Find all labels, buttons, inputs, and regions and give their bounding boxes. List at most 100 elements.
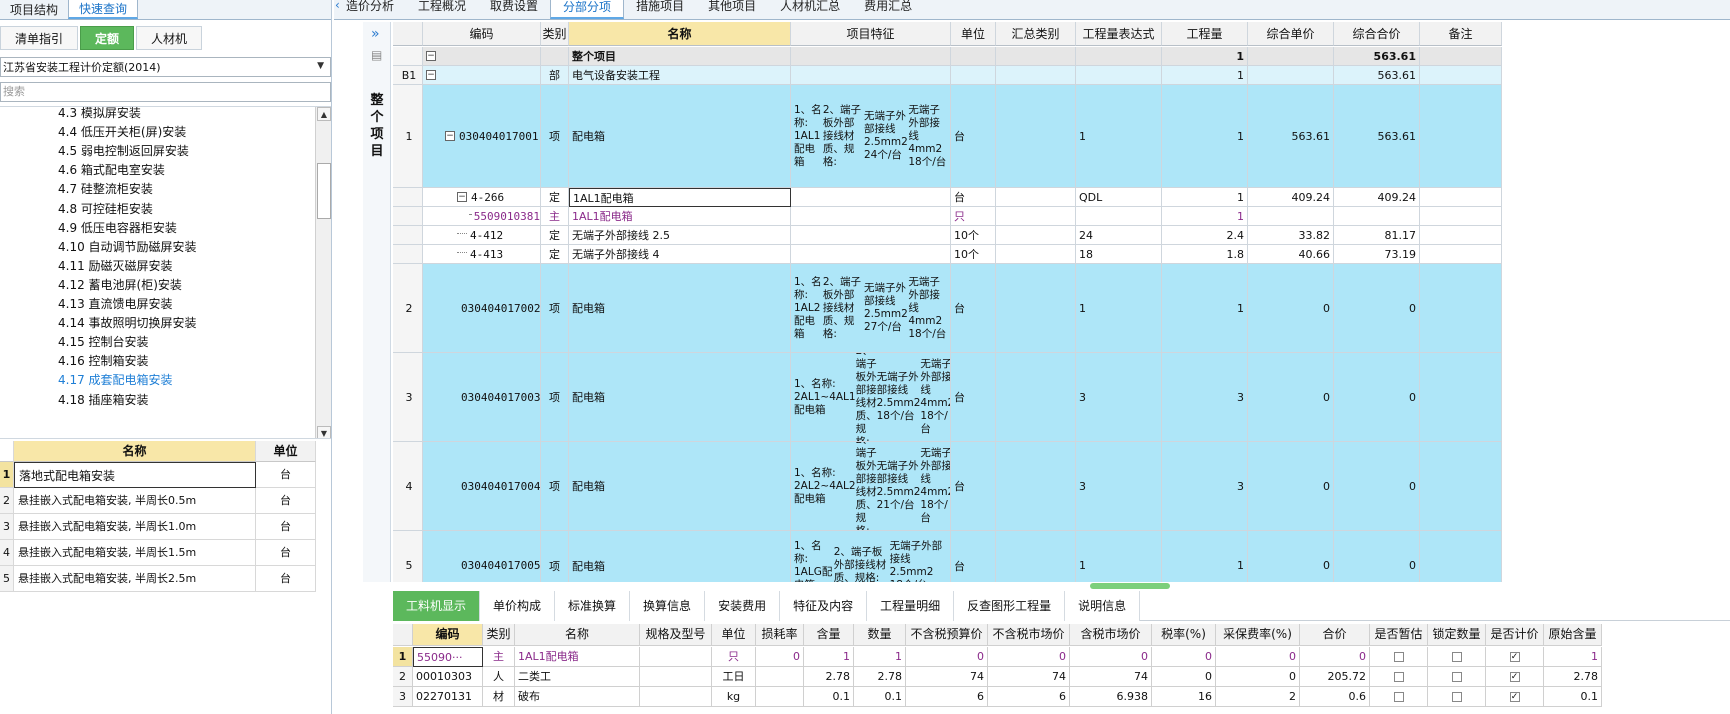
cell-code[interactable]: 030404017005 bbox=[423, 531, 541, 582]
cell-price[interactable] bbox=[1248, 66, 1334, 85]
detail-tab[interactable]: 单价构成 bbox=[480, 591, 556, 621]
cell-p3[interactable]: 6.938 bbox=[1070, 687, 1152, 707]
cell-price[interactable]: 40.66 bbox=[1248, 245, 1334, 264]
cell-price[interactable]: 33.82 bbox=[1248, 226, 1334, 245]
tree-item[interactable]: 4.18 插座箱安装 bbox=[58, 390, 149, 411]
cell-priced[interactable]: ✓ bbox=[1486, 647, 1544, 667]
cell-feat[interactable] bbox=[791, 47, 951, 66]
subtab-labor-material[interactable]: 人材机 bbox=[136, 26, 203, 50]
cell-unit[interactable]: 台 bbox=[951, 188, 996, 207]
cell-note[interactable] bbox=[1420, 531, 1502, 582]
cell-qty[interactable]: 1 bbox=[1162, 531, 1248, 582]
grid-row[interactable]: B1− 部电气设备安装工程 1 563.61 bbox=[393, 66, 1523, 85]
cell-expr[interactable]: 1 bbox=[1076, 264, 1162, 353]
cell-expr[interactable]: 1 bbox=[1076, 85, 1162, 188]
cell-price[interactable] bbox=[1248, 207, 1334, 226]
cell-total[interactable]: 0 bbox=[1334, 442, 1420, 531]
checkbox[interactable]: ✓ bbox=[1509, 652, 1520, 662]
nav-tab[interactable]: 分部分项 bbox=[550, 0, 625, 19]
cell-sum[interactable] bbox=[996, 245, 1076, 264]
cell-expr[interactable]: 3 bbox=[1076, 442, 1162, 531]
cell-type[interactable]: 项 bbox=[541, 264, 569, 353]
cell-feat[interactable]: 1、名称: 1ALG配电箱2、端子板外部接线材质、规格:无端子外部接线2.5mm… bbox=[791, 531, 951, 582]
cell-feat[interactable] bbox=[791, 188, 951, 207]
cell-total[interactable]: 563.61 bbox=[1334, 47, 1420, 66]
tab-project-structure[interactable]: 项目结构 bbox=[0, 0, 68, 19]
col-header[interactable]: 规格及型号 bbox=[640, 624, 712, 646]
col-header[interactable]: 项目特征 bbox=[791, 22, 951, 46]
cell-type[interactable] bbox=[541, 47, 569, 66]
cell-name[interactable]: 配电箱 bbox=[569, 85, 791, 188]
cell-qty[interactable]: 1 bbox=[1162, 47, 1248, 66]
col-header[interactable]: 工程量 bbox=[1162, 22, 1248, 46]
cell-qty[interactable]: 1.8 bbox=[1162, 245, 1248, 264]
cell-code[interactable]: −030404017001 bbox=[423, 85, 541, 188]
cell-qty[interactable]: 1 bbox=[1162, 207, 1248, 226]
detail-tab[interactable]: 换算信息 bbox=[630, 591, 706, 621]
cell-note[interactable] bbox=[1420, 264, 1502, 353]
cell-name[interactable]: 破布 bbox=[515, 687, 640, 707]
checkbox[interactable] bbox=[1451, 672, 1462, 682]
detail-tab[interactable]: 工程量明细 bbox=[867, 591, 955, 621]
nav-tab[interactable]: 工程概况 bbox=[406, 0, 478, 19]
splitter-handle[interactable] bbox=[1090, 583, 1170, 589]
detail-row[interactable]: 3 02270131 材破布 kg 0.1 0.1 6 6 6.938 16 2 0.6 ✓ 0.1 bbox=[393, 687, 1602, 707]
cell-note[interactable] bbox=[1420, 188, 1502, 207]
cell-price[interactable]: 0 bbox=[1248, 442, 1334, 531]
col-header[interactable]: 类别 bbox=[541, 22, 569, 46]
collapse-icon[interactable]: − bbox=[426, 51, 436, 61]
cell-name[interactable]: 二类工 bbox=[515, 667, 640, 687]
cell-content[interactable]: 0.1 bbox=[804, 687, 854, 707]
tree-item[interactable]: 4.16 控制箱安装 bbox=[58, 351, 149, 372]
cell-type[interactable]: 部 bbox=[541, 66, 569, 85]
grid-row[interactable]: 3 030404017003项配电箱1、名称: 2AL1~4AL1配电箱2、端子板… bbox=[393, 353, 1523, 442]
cell-type[interactable]: 主 bbox=[483, 647, 515, 667]
col-header[interactable]: 备注 bbox=[1420, 22, 1502, 46]
cell-unit[interactable]: 台 bbox=[951, 531, 996, 582]
scroll-up-icon[interactable]: ▲ bbox=[317, 107, 331, 121]
subtab-list-guide[interactable]: 清单指引 bbox=[0, 26, 79, 50]
cell-type[interactable]: 主 bbox=[541, 207, 569, 226]
detail-tab[interactable]: 工料机显示 bbox=[393, 591, 481, 621]
col-header[interactable]: 含税市场价 bbox=[1070, 624, 1152, 646]
col-header[interactable]: 不含税预算价 bbox=[906, 624, 988, 646]
cell-total[interactable]: 563.61 bbox=[1334, 66, 1420, 85]
cell-total[interactable]: 0 bbox=[1300, 647, 1370, 667]
detail-row[interactable]: 1 55090··· 主 1AL1配电箱只 0 1 1 0 0 0 0 0 0 ✓ 1 bbox=[393, 647, 1602, 667]
cell-p1[interactable]: 0 bbox=[906, 647, 988, 667]
col-header[interactable]: 名称 bbox=[515, 624, 640, 646]
cell-price[interactable]: 563.61 bbox=[1248, 85, 1334, 188]
cell-p3[interactable]: 74 bbox=[1070, 667, 1152, 687]
cell-p1[interactable]: 74 bbox=[906, 667, 988, 687]
col-header[interactable]: 单位 bbox=[712, 624, 756, 646]
cell-qty[interactable]: 3 bbox=[1162, 442, 1248, 531]
col-header[interactable]: 不含税市场价 bbox=[988, 624, 1070, 646]
cell-name[interactable]: 无端子外部接线 2.5 bbox=[569, 226, 791, 245]
cell-unit[interactable]: 台 bbox=[951, 85, 996, 188]
cell-est[interactable] bbox=[1370, 647, 1428, 667]
tree-item[interactable]: 4.11 励磁灭磁屏安装 bbox=[58, 256, 173, 277]
quota-library-select[interactable]: 江苏省安装工程计价定额(2014) ▼ bbox=[0, 57, 331, 77]
cell-type[interactable]: 项 bbox=[541, 353, 569, 442]
cell-loss[interactable] bbox=[756, 687, 804, 707]
subtab-quota[interactable]: 定额 bbox=[80, 26, 135, 50]
tree-item[interactable]: 4.15 控制台安装 bbox=[58, 332, 149, 353]
cell-note[interactable] bbox=[1420, 353, 1502, 442]
tree-item[interactable]: 4.13 直流馈电屏安装 bbox=[58, 294, 173, 315]
checkbox[interactable]: ✓ bbox=[1509, 672, 1520, 682]
cell-unit[interactable]: 只 bbox=[951, 207, 996, 226]
cell-loss[interactable]: 0 bbox=[756, 647, 804, 667]
collapse-panel-icon[interactable]: ‹ bbox=[335, 0, 347, 12]
grid-row[interactable]: 4-413 定无端子外部接线 4 10个 18 1.8 40.66 73.19 bbox=[393, 245, 1523, 264]
cell-tax[interactable]: 16 bbox=[1152, 687, 1216, 707]
cell-expr[interactable]: 3 bbox=[1076, 353, 1162, 442]
cell-spec[interactable] bbox=[640, 647, 712, 667]
cell-expr[interactable] bbox=[1076, 47, 1162, 66]
cell-price[interactable]: 0 bbox=[1248, 353, 1334, 442]
col-header[interactable]: 合价 bbox=[1300, 624, 1370, 646]
cell-total[interactable]: 409.24 bbox=[1334, 188, 1420, 207]
cell-code[interactable]: 4-412 bbox=[423, 226, 541, 245]
cell-unit[interactable]: 10个 bbox=[951, 226, 996, 245]
col-header[interactable]: 是否计价 bbox=[1486, 624, 1544, 646]
cell-type[interactable]: 材 bbox=[483, 687, 515, 707]
